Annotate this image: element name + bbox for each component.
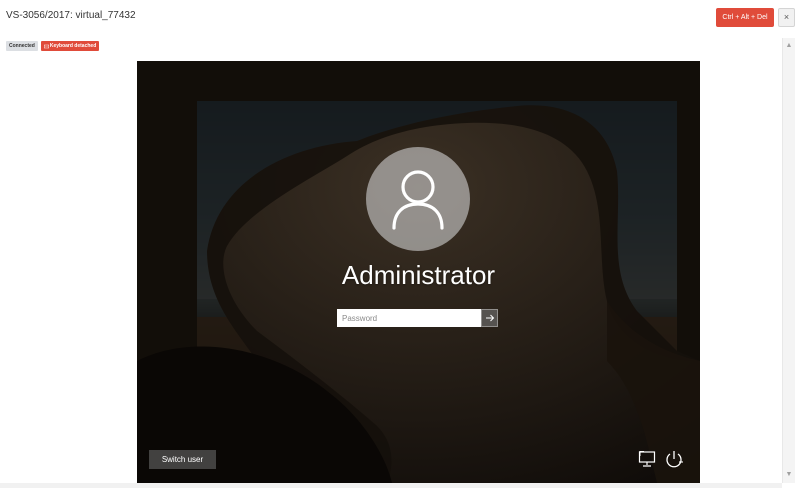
user-avatar [366, 147, 470, 251]
ctrl-alt-del-button[interactable]: Ctrl + Alt + Del [716, 8, 774, 27]
close-button[interactable]: × [778, 8, 795, 27]
password-input[interactable] [337, 309, 481, 327]
page: VS-3056/2017: virtual_77432 Ctrl + Alt +… [0, 0, 800, 488]
vertical-scrollbar[interactable]: ▲ ▼ [782, 38, 795, 483]
scroll-up-icon[interactable]: ▲ [783, 40, 795, 52]
power-button[interactable] [664, 449, 684, 469]
ease-of-access-icon [638, 451, 656, 467]
status-badges: Connected Keyboard detached [6, 41, 100, 51]
scroll-down-icon[interactable]: ▼ [783, 469, 795, 481]
power-icon [666, 451, 683, 468]
ease-of-access-button[interactable] [638, 450, 658, 468]
arrow-right-icon [485, 314, 494, 322]
keyboard-icon [43, 44, 49, 48]
keyboard-badge-label: Keyboard detached [49, 43, 97, 49]
keyboard-badge: Keyboard detached [40, 41, 100, 51]
user-name: Administrator [341, 260, 496, 290]
user-silhouette-icon [392, 170, 444, 230]
submit-button[interactable] [481, 309, 498, 327]
connected-badge: Connected [6, 41, 38, 51]
horizontal-scrollbar[interactable] [0, 483, 782, 488]
remote-screen[interactable]: Administrator Switch user [137, 61, 700, 483]
switch-user-button[interactable]: Switch user [149, 450, 216, 469]
window-title: VS-3056/2017: virtual_77432 [6, 10, 136, 21]
